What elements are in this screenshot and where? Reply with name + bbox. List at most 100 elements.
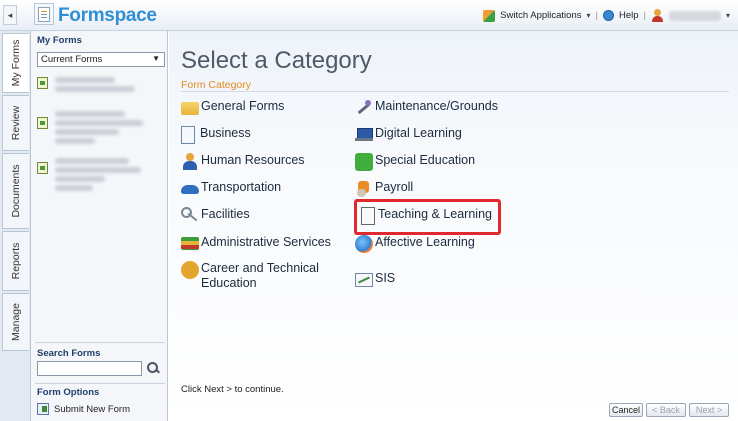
tab-label: Review [10,105,22,141]
redacted-text [55,111,125,117]
category-payroll[interactable]: Payroll [355,180,413,198]
category-digital-learning[interactable]: Digital Learning [355,126,462,144]
redacted-text [55,77,115,83]
submit-new-form-label: Submit New Form [54,403,131,415]
category-sis[interactable]: SIS [355,271,395,287]
user-avatar-icon[interactable] [651,9,664,22]
chevron-down-icon[interactable]: ▾ [586,11,590,20]
tab-label: My Forms [10,39,22,87]
section-divider [181,91,729,92]
left-panel: My Forms Current Forms ▼ Search Forms Fo… [31,31,168,421]
category-label: Career and Technical Education [201,261,319,290]
money-icon [355,180,373,198]
header-actions: Switch Applications ▾ | Help | ▾ [483,9,730,22]
divider [35,383,165,384]
tab-manage[interactable]: Manage [2,293,29,351]
tab-my-forms[interactable]: My Forms [2,33,29,93]
back-button[interactable]: < Back [646,403,686,417]
forms-filter-select[interactable]: Current Forms ▼ [37,52,165,67]
separator: | [643,10,646,21]
tab-review[interactable]: Review [2,95,29,151]
collapse-panel-button[interactable]: ◂ [3,5,17,25]
help-link[interactable]: Help [619,10,639,21]
category-transportation[interactable]: Transportation [181,180,281,195]
category-affective-learning[interactable]: Affective Learning [355,235,475,253]
folder-icon [181,102,199,115]
submit-form-icon [37,403,49,415]
app-title: Formspace [58,5,157,26]
my-forms-heading: My Forms [37,35,82,46]
highlight-box [354,199,501,235]
top-bar: ◂ Formspace Switch Applications ▾ | Help… [0,0,738,31]
tab-label: Manage [10,303,22,341]
form-icon [37,77,48,89]
help-icon [602,10,614,21]
category-label: SIS [375,271,396,285]
form-icon [37,162,48,174]
wrench-icon [355,99,373,117]
redacted-text [55,167,141,173]
tab-label: Documents [10,164,22,218]
category-facilities[interactable]: Facilities [181,207,250,225]
category-general-forms[interactable]: General Forms [181,99,284,115]
key-icon [181,207,199,225]
category-maintenance-grounds[interactable]: Maintenance/Grounds [355,99,498,117]
pot-icon [181,261,199,279]
category-special-education[interactable]: Special Education [355,153,475,171]
globe-icon [355,235,373,253]
tab-label: Reports [10,242,22,280]
section-label: Form Category [181,79,252,91]
category-label: Business [200,126,251,140]
redacted-text [55,158,129,164]
document-icon [181,126,195,144]
form-list-item[interactable] [37,77,162,103]
user-name-redacted[interactable] [668,10,721,21]
switch-applications-menu[interactable]: Switch Applications [500,10,581,21]
redacted-text [55,120,143,126]
tab-documents[interactable]: Documents [2,153,29,229]
category-label: Facilities [201,207,250,221]
category-administrative-services[interactable]: Administrative Services [181,235,331,250]
category-label: Transportation [201,180,282,194]
person-icon [181,153,199,171]
laptop-icon [355,126,373,144]
switch-applications-icon [483,9,496,22]
category-human-resources[interactable]: Human Resources [181,153,305,171]
form-list-item[interactable] [37,111,162,145]
car-icon [181,185,199,194]
chart-icon [355,273,373,287]
redacted-text [55,86,135,92]
next-button[interactable]: Next > [689,403,729,417]
form-options-heading: Form Options [37,387,100,398]
search-icon[interactable] [146,361,161,376]
page-title: Select a Category [181,47,372,74]
category-label: Special Education [375,153,476,167]
category-label: Administrative Services [201,235,331,249]
search-input[interactable] [37,361,142,376]
category-label: Digital Learning [375,126,462,140]
category-label: Human Resources [201,153,305,167]
redacted-text [55,129,119,135]
instruction-text: Click Next > to continue. [181,384,284,395]
form-icon [37,117,48,129]
form-list-item[interactable] [37,158,162,194]
search-forms-heading: Search Forms [37,348,101,359]
redacted-text [55,138,95,144]
category-label: Maintenance/Grounds [375,99,498,113]
category-label: Payroll [375,180,414,194]
category-label: Affective Learning [375,235,475,249]
vertical-tab-bar: My Forms Review Documents Reports Manage [0,31,31,421]
tab-reports[interactable]: Reports [2,231,29,291]
submit-new-form-link[interactable]: Submit New Form [37,403,130,415]
books-icon [181,237,199,250]
dropdown-arrow-icon: ▼ [152,54,160,63]
user-menu-chevron-icon[interactable]: ▾ [726,11,730,20]
forms-filter-value: Current Forms [41,54,103,65]
category-business[interactable]: Business [181,126,251,144]
separator: | [595,10,598,21]
redacted-text [55,176,105,182]
category-career-technical-education[interactable]: Career and Technical Education [181,261,331,291]
category-label: General Forms [201,99,285,113]
cancel-button[interactable]: Cancel [609,403,643,417]
formspace-logo-icon [34,3,54,25]
